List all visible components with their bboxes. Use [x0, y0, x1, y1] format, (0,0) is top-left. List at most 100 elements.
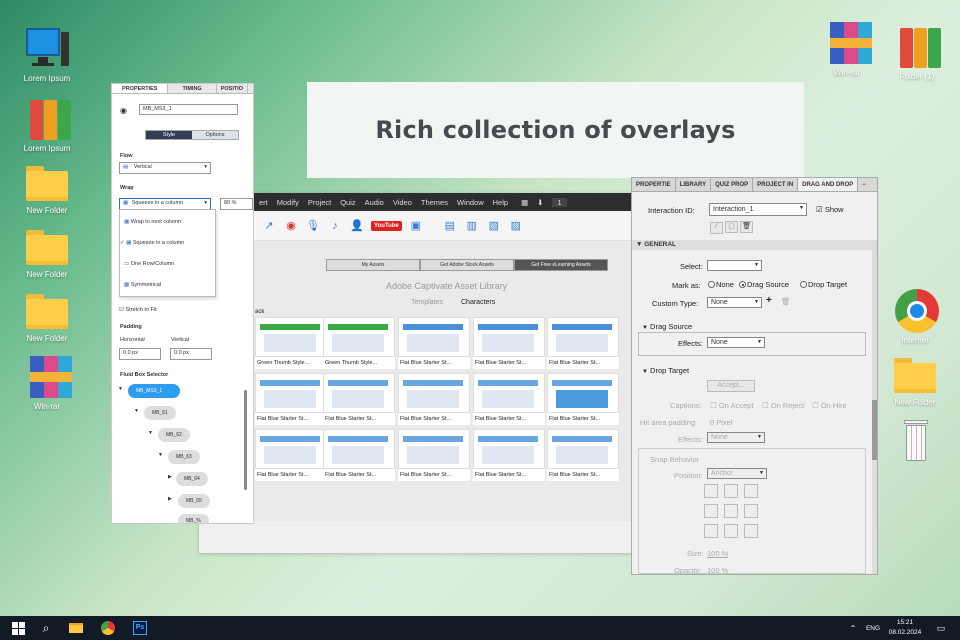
record-icon[interactable]: ◉ [283, 218, 299, 234]
flow-select[interactable]: ▤ Vertical ▾ [119, 162, 211, 174]
desktop-icon-chrome[interactable]: Internet [880, 288, 950, 345]
template-thumbnail[interactable]: Flat Blue Starter St... [255, 429, 327, 481]
object-name-field[interactable]: MB_MS3_1 [139, 104, 238, 115]
template-thumbnail[interactable]: Flat Blue Starter St... [473, 373, 545, 425]
table-icon[interactable]: ▤ [442, 218, 458, 234]
hit-padding-value[interactable]: 0 Pixel [710, 418, 733, 427]
vertical-padding-field[interactable]: 0.0 px [170, 348, 212, 360]
desktop-icon-folder[interactable]: New Folder [12, 286, 82, 343]
template-thumbnail[interactable]: Flat Blue Starter St... [323, 429, 395, 481]
wand-icon[interactable]: ⁄ [710, 222, 723, 234]
expand-icon[interactable]: ▼ [158, 452, 163, 458]
notification-icon[interactable]: ▭ [932, 616, 950, 640]
tree-node[interactable]: MB_62 [158, 428, 190, 442]
tab-position[interactable]: POSITIO [217, 84, 249, 93]
template-thumbnail[interactable]: Flat Blue Starter St... [547, 373, 619, 425]
page-number[interactable]: 1 [552, 197, 567, 207]
wrap-option-selected[interactable]: ✓ ▦ Squeeze in a column [120, 240, 184, 246]
caption-on-hint[interactable]: ☐ On Hint [812, 401, 846, 410]
template-thumbnail[interactable]: Flat Blue Starter St... [323, 373, 395, 425]
tree-node[interactable]: MB_65 [178, 494, 210, 508]
slides-icon[interactable]: ▥ [464, 218, 480, 234]
mark-radio-none[interactable]: None [708, 280, 734, 289]
anchor-cell[interactable] [724, 524, 738, 538]
wrap-option[interactable]: ▩ Symmetrical [124, 282, 161, 288]
mark-radio-drag-source[interactable]: Drag Source [739, 280, 789, 289]
menu-item[interactable]: Window [457, 198, 484, 207]
share-icon[interactable]: ↗ [261, 218, 277, 234]
drag-source-header[interactable]: ▼ Drag Source [642, 322, 692, 331]
desktop-icon-binders[interactable]: Lorem Ipsum [12, 96, 82, 153]
menu-item[interactable]: Modify [277, 198, 299, 207]
template-thumbnail[interactable]: Flat Blue Starter St... [398, 317, 470, 369]
tree-node-selected[interactable]: MB_MS3_1 [128, 384, 180, 398]
desktop-icon-recycle-bin[interactable] [880, 418, 950, 466]
quiz-icon[interactable]: ▧ [486, 218, 502, 234]
expand-icon[interactable]: ▼ [118, 386, 123, 392]
collapse-icon[interactable]: ▶ [168, 496, 172, 502]
desktop-icon-folder[interactable]: New Folder [880, 350, 950, 407]
tab-timing[interactable]: TIMING [168, 84, 217, 93]
tab-options[interactable]: Options [192, 131, 238, 139]
anchor-cell[interactable] [704, 504, 718, 518]
show-checkbox[interactable]: ☑ Show [816, 205, 844, 214]
tree-node[interactable]: MB_64 [176, 472, 208, 486]
template-thumbnail[interactable]: Flat Blue Starter St... [398, 373, 470, 425]
opacity-value[interactable]: 100 % [707, 566, 728, 574]
menu-item[interactable]: Quiz [340, 198, 355, 207]
menu-item[interactable]: Video [393, 198, 412, 207]
drop-effects-dropdown[interactable]: None [707, 432, 765, 443]
anchor-cell[interactable] [724, 504, 738, 518]
tree-scrollbar[interactable] [244, 390, 247, 490]
menu-item[interactable]: Themes [421, 198, 448, 207]
select-dropdown[interactable] [707, 260, 762, 271]
microphone-icon[interactable]: 🎙 [305, 218, 321, 234]
eye-icon[interactable]: ◉ [120, 106, 127, 115]
mark-radio-drop-target[interactable]: Drop Target [800, 280, 847, 289]
tab-drag-and-drop[interactable]: DRAG AND DROP [798, 178, 859, 191]
photoshop-icon[interactable]: Ps [130, 616, 150, 640]
down-arrow-icon[interactable]: ⬇ [537, 198, 543, 207]
anchor-cell[interactable] [704, 524, 718, 538]
accept-button[interactable]: Accept... [707, 380, 755, 392]
file-explorer-icon[interactable] [66, 616, 86, 640]
tree-node[interactable]: MB_% [178, 514, 209, 523]
custom-type-dropdown[interactable]: None [707, 297, 762, 308]
trash-icon[interactable]: 🗑 [740, 221, 754, 233]
anchor-cell[interactable] [744, 484, 758, 498]
template-thumbnail[interactable]: Flat Blue Starter St... [255, 373, 327, 425]
clock[interactable]: 15:21 08.02.2024 [888, 618, 922, 638]
menu-item[interactable]: Audio [365, 198, 384, 207]
chrome-taskbar-icon[interactable] [98, 616, 118, 640]
subtab-characters[interactable]: Characters [461, 299, 495, 306]
youtube-button[interactable]: YouTube [371, 220, 402, 231]
tab-style[interactable]: Style [146, 131, 192, 139]
wrap-option[interactable]: ▭ One Row/Column [124, 261, 174, 267]
expand-icon[interactable]: ▼ [134, 408, 139, 414]
grid-icon[interactable]: ▦ [521, 198, 528, 207]
interaction-id-field[interactable]: Interaction_1 [709, 203, 807, 216]
start-button[interactable] [8, 616, 28, 640]
desktop-icon-binders[interactable]: Folder (1) [882, 24, 952, 81]
anchor-cell[interactable] [744, 504, 758, 518]
desktop-icon-computer[interactable]: Lorem Ipsum [12, 26, 82, 83]
template-thumbnail[interactable]: Green Thumb Style... [323, 317, 395, 369]
size-value[interactable]: 100 % [707, 549, 728, 558]
stretch-checkbox[interactable]: ☑ Stretch to Fit [119, 307, 157, 313]
menu-item[interactable]: Help [493, 198, 508, 207]
menu-item[interactable]: Project [308, 198, 331, 207]
copy-icon[interactable]: ▢ [725, 221, 739, 233]
language-indicator[interactable]: ENG [862, 616, 884, 640]
desktop-icon-folder[interactable]: New Folder [12, 222, 82, 279]
panel-menu-icon[interactable]: − [858, 178, 870, 191]
wrap-percent-field[interactable]: 80 % [220, 198, 253, 210]
general-header[interactable]: ▼ GENERAL [632, 240, 872, 250]
add-icon[interactable]: + [766, 295, 772, 306]
tab-free-elearning[interactable]: Get Free eLearning Assets [514, 259, 608, 271]
interaction-icon[interactable]: ▣ [408, 218, 424, 234]
desktop-icon-folder[interactable]: New Folder [12, 158, 82, 215]
character-icon[interactable]: 👤 [349, 218, 365, 234]
caption-on-accept[interactable]: ☐ On Accept [710, 401, 753, 410]
caption-on-reject[interactable]: ☐ On Reject [762, 401, 804, 410]
template-thumbnail[interactable]: Flat Blue Starter St... [473, 317, 545, 369]
